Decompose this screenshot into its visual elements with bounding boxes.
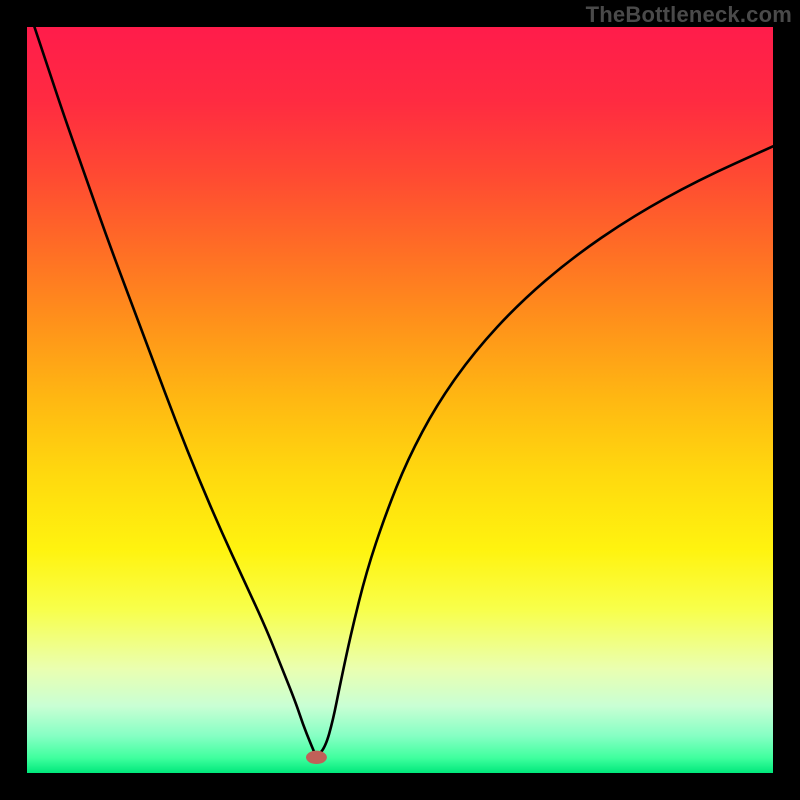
watermark-text: TheBottleneck.com <box>586 2 792 28</box>
optimal-point-marker <box>306 751 327 764</box>
chart-container: TheBottleneck.com <box>0 0 800 800</box>
chart-svg <box>27 27 773 773</box>
plot-area <box>27 27 773 773</box>
gradient-background <box>27 27 773 773</box>
